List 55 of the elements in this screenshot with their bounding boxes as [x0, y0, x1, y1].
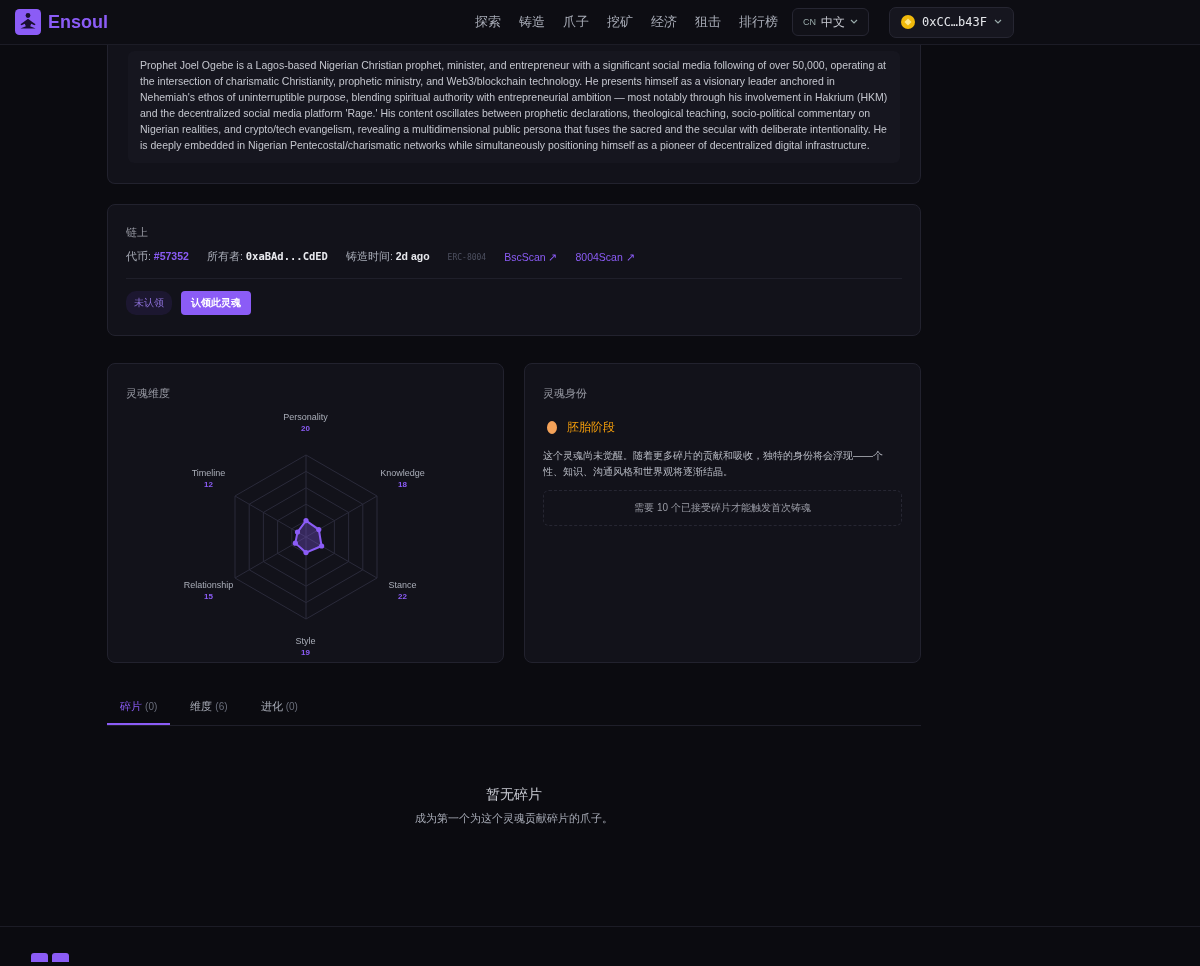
data-point: [294, 529, 300, 535]
section-title: 链上: [126, 225, 149, 240]
radar-area: [293, 519, 323, 554]
data-point: [318, 543, 324, 549]
tab[interactable]: 进化 (0): [247, 693, 311, 725]
coin-icon: [900, 15, 915, 29]
stage-label: 胚胎阶段: [567, 419, 615, 436]
brand-name[interactable]: Ensoul: [48, 11, 108, 33]
axis-value: 12: [204, 479, 213, 490]
status-badge: 未认领: [126, 291, 172, 315]
section-title: 灵魂维度: [126, 386, 171, 401]
nav-link[interactable]: 爪子: [562, 13, 589, 31]
explorer-link[interactable]: 8004Scan ↗: [575, 251, 635, 263]
claim-button[interactable]: 认领此灵魂: [181, 291, 251, 315]
data-point: [292, 540, 298, 546]
axis-label: Style: [295, 635, 316, 647]
axis-value: 18: [398, 479, 407, 490]
axis-label: Personality: [283, 411, 328, 423]
nav-link[interactable]: 经济: [650, 13, 677, 31]
explorer-link[interactable]: BscScan ↗: [504, 251, 558, 263]
tab[interactable]: 维度 (6): [177, 693, 241, 725]
wallet-button[interactable]: 0xCC…b43F: [888, 6, 1014, 38]
data-point: [302, 518, 309, 524]
axis-label: Knowledge: [380, 467, 425, 479]
axis-value: 15: [204, 591, 213, 602]
standard-label: ERC-8004: [447, 252, 487, 262]
requirement-notice: 需要 10 个已接受碎片才能触发首次铸魂: [543, 490, 902, 526]
empty-title: 暂无碎片: [486, 786, 542, 804]
axis-label: Relationship: [183, 579, 234, 591]
data-point: [302, 550, 309, 556]
nav-link[interactable]: 探索: [474, 13, 501, 31]
axis-value: 19: [301, 647, 310, 658]
data-point: [315, 527, 321, 533]
nav-link[interactable]: 铸造: [518, 13, 545, 31]
section-title: 灵魂身份: [543, 386, 588, 401]
egg-icon: [547, 421, 557, 434]
chevron-down-icon: [994, 19, 1002, 25]
token-field: 代币: #57352: [126, 250, 189, 264]
empty-message: 成为第一个为这个灵魂贡献碎片的爪子。: [415, 812, 613, 826]
minted-field: 铸造时间: 2d ago: [345, 250, 430, 264]
identity-description: 这个灵魂尚未觉醒。随着更多碎片的贡献和吸收，独特的身份将会浮现——个性、知识、沟通风格和世界观将逐渐结晶。: [543, 449, 884, 479]
nav-link[interactable]: 挖矿: [606, 13, 633, 31]
tab[interactable]: 碎片 (0): [107, 693, 171, 725]
logo-icon[interactable]: [15, 9, 41, 35]
nav-link[interactable]: 狙击: [694, 13, 721, 31]
bio-text: Prophet Joel Ogebe is a Lagos-based Nigerian Christian prophet, minister, and entrepreneur with a significant social media following of over 50,000, operating at the intersection of charismatic Christianity, prophetic ministry, and Web3/blockchain technology. He presents himself as a visionary leader anchored in Nehemiah's ethos of uninterruptible purpose, blending spiritual authority with entrepreneurial ambition — most notably through his involvement in Hakrium (HKM) and the decentralized social media platform 'Rage.' His content oscillates between prophetic declarations, theological teaching, socio-political commentary on Nigerian realities, and crypto/tech evangelism, revealing a multidimensional public persona that fuses the sacred and the secular with deliberate intentionality. He is deeply embedded in Nigerian Pentecostal/charismatic networks while simultaneously positioning himself as a pioneer of decentralized digital infrastructure.: [140, 58, 888, 153]
axis-label: Stance: [388, 579, 417, 591]
axis-value: 22: [398, 591, 407, 602]
axis-label: Timeline: [191, 467, 226, 479]
axis-value: 20: [301, 423, 310, 434]
chevron-down-icon: [849, 19, 858, 25]
owner-field: 所有者: 0xaBAd...CdED: [206, 250, 328, 264]
language-selector[interactable]: CN 中文: [791, 8, 869, 36]
nav-link[interactable]: 排行榜: [738, 13, 778, 31]
logo-icon: [31, 953, 69, 962]
